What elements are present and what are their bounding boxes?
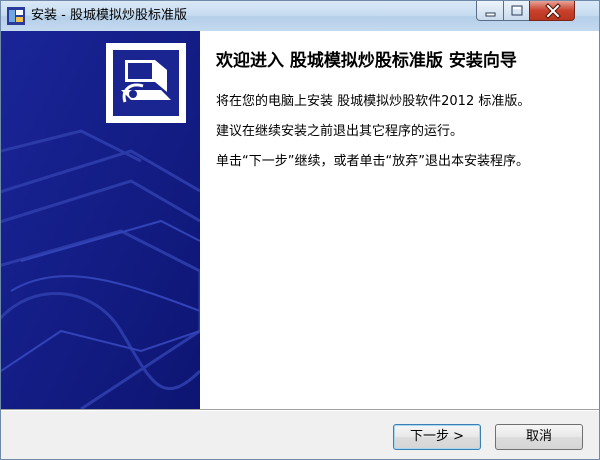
- button-bar-divider: [1, 409, 599, 411]
- installer-logo: [106, 43, 186, 123]
- close-button[interactable]: [529, 1, 575, 21]
- installer-window: 安装 - 股城模拟炒股标准版 欢迎进入 股城模拟炒股标准版 安装向导 将在您的电…: [0, 0, 600, 460]
- minimize-button[interactable]: [476, 1, 504, 21]
- next-button[interactable]: 下一步 >: [393, 424, 481, 450]
- maximize-icon: [511, 5, 523, 16]
- wizard-sidebar-image: [1, 31, 200, 409]
- welcome-heading: 欢迎进入 股城模拟炒股标准版 安装向导: [216, 51, 517, 71]
- maximize-button[interactable]: [503, 1, 530, 21]
- instructions-text: 单击“下一步”继续，或者单击“放弃”退出本安装程序。: [216, 154, 529, 169]
- minimize-icon: [485, 12, 496, 17]
- close-icon: [545, 3, 561, 19]
- install-info-text: 将在您的电脑上安装 股城模拟炒股软件2012 标准版。: [216, 94, 531, 109]
- installer-app-icon[interactable]: [7, 7, 25, 25]
- close-programs-text: 建议在继续安装之前退出其它程序的运行。: [216, 124, 464, 139]
- title-bar[interactable]: 安装 - 股城模拟炒股标准版: [1, 1, 599, 31]
- cancel-button[interactable]: 取消: [495, 424, 583, 450]
- computer-logo-icon: [113, 50, 179, 116]
- welcome-panel: 欢迎进入 股城模拟炒股标准版 安装向导 将在您的电脑上安装 股城模拟炒股软件20…: [200, 31, 599, 409]
- window-title: 安装 - 股城模拟炒股标准版: [31, 8, 187, 23]
